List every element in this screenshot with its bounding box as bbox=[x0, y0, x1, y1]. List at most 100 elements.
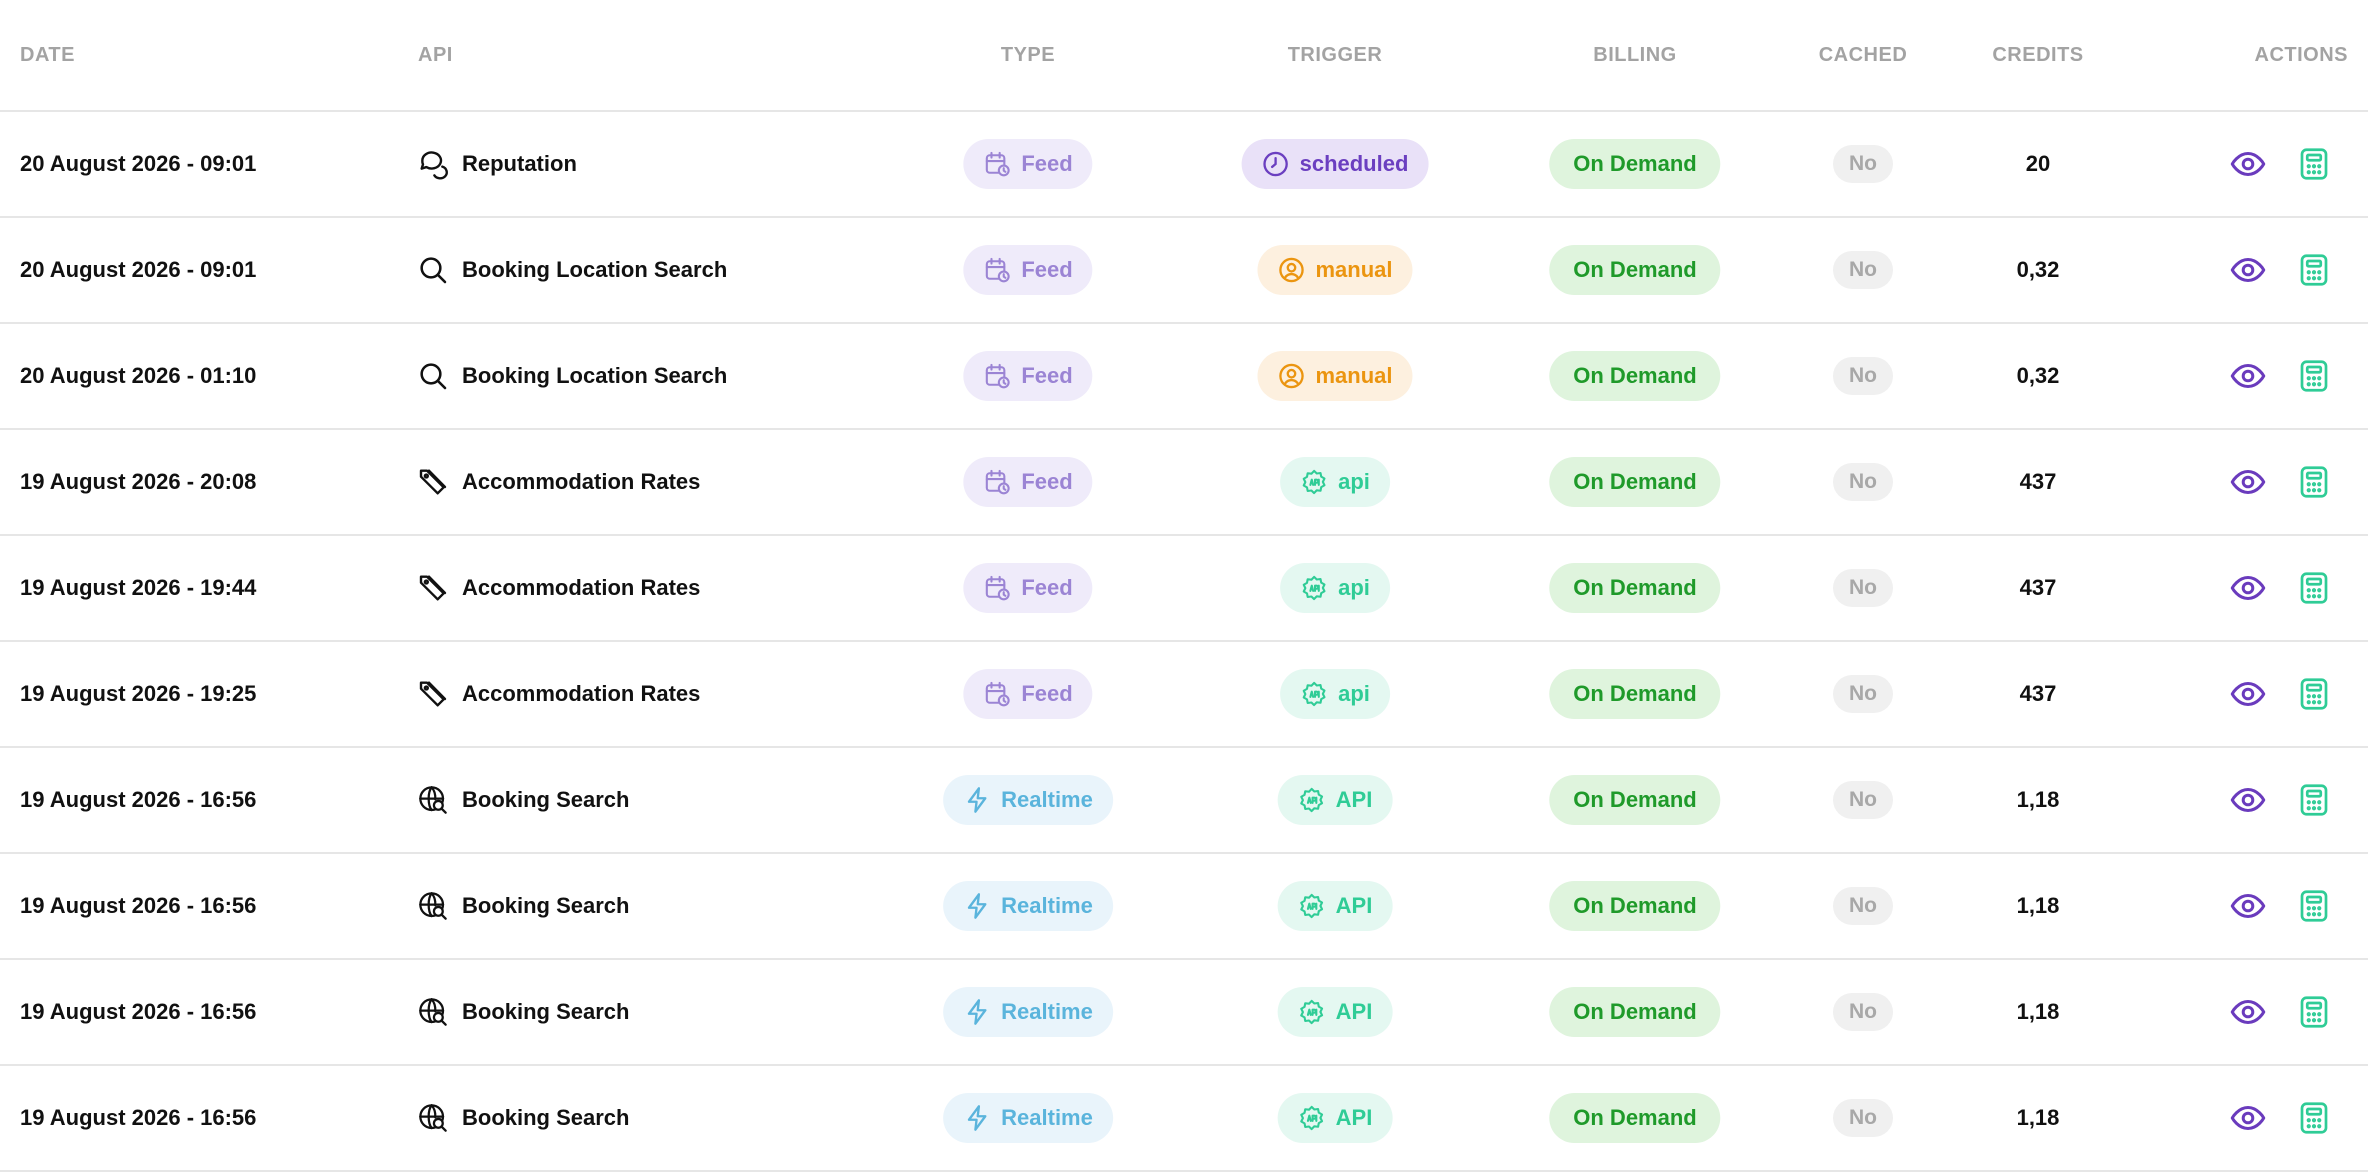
row-api-name: Booking Location Search bbox=[462, 363, 728, 388]
header-api[interactable]: API bbox=[418, 0, 453, 110]
table-row[interactable]: 20 August 2026 - 09:01 Booking Location … bbox=[0, 218, 2368, 324]
cached-label: No bbox=[1849, 152, 1877, 175]
view-icon[interactable] bbox=[2228, 462, 2268, 502]
table-row[interactable]: 19 August 2026 - 16:56 Booking Search Re… bbox=[0, 1066, 2368, 1172]
billing-badge: On Demand bbox=[1549, 139, 1721, 189]
table-row[interactable]: 19 August 2026 - 16:56 Booking Search Re… bbox=[0, 854, 2368, 960]
view-icon[interactable] bbox=[2228, 992, 2268, 1032]
row-actions bbox=[2228, 536, 2334, 640]
trigger-label: api bbox=[1338, 469, 1370, 494]
invoice-calculator-icon[interactable] bbox=[2294, 780, 2334, 820]
calendar-clock-icon bbox=[983, 468, 1021, 496]
globe-search-icon bbox=[416, 1101, 450, 1135]
type-label: Feed bbox=[1021, 575, 1073, 600]
header-trigger[interactable]: TRIGGER bbox=[1288, 0, 1383, 110]
trigger-label: API bbox=[1335, 999, 1373, 1024]
row-type: Feed bbox=[963, 536, 1093, 640]
cached-badge: No bbox=[1833, 1099, 1893, 1137]
table-row[interactable]: 19 August 2026 - 19:44 Accommodation Rat… bbox=[0, 536, 2368, 642]
row-date: 20 August 2026 - 09:01 bbox=[20, 151, 257, 176]
trigger-label: API bbox=[1335, 787, 1373, 812]
trigger-label: scheduled bbox=[1299, 151, 1409, 176]
row-trigger: API bbox=[1277, 960, 1393, 1064]
view-icon[interactable] bbox=[2228, 886, 2268, 926]
row-type: Feed bbox=[963, 112, 1093, 216]
type-label: Realtime bbox=[1001, 893, 1093, 918]
row-credits: 1,18 bbox=[2016, 1105, 2060, 1130]
trigger-badge: api bbox=[1280, 457, 1390, 507]
row-api-name: Accommodation Rates bbox=[462, 681, 701, 706]
billing-badge: On Demand bbox=[1549, 881, 1721, 931]
table-row[interactable]: 20 August 2026 - 09:01 Reputation Feed s… bbox=[0, 112, 2368, 218]
table-row[interactable]: 19 August 2026 - 16:56 Booking Search Re… bbox=[0, 748, 2368, 854]
row-trigger: scheduled bbox=[1241, 112, 1429, 216]
row-billing: On Demand bbox=[1549, 1066, 1721, 1170]
row-type: Feed bbox=[963, 324, 1093, 428]
table-row[interactable]: 19 August 2026 - 19:25 Accommodation Rat… bbox=[0, 642, 2368, 748]
row-api: Booking Location Search bbox=[416, 218, 727, 322]
invoice-calculator-icon[interactable] bbox=[2294, 250, 2334, 290]
row-cached: No bbox=[1833, 112, 1893, 216]
billing-label: On Demand bbox=[1573, 151, 1697, 176]
view-icon[interactable] bbox=[2228, 568, 2268, 608]
user-circle-icon bbox=[1277, 256, 1315, 284]
row-credits: 437 bbox=[2019, 469, 2057, 494]
billing-label: On Demand bbox=[1573, 999, 1697, 1024]
invoice-calculator-icon[interactable] bbox=[2294, 144, 2334, 184]
invoice-calculator-icon[interactable] bbox=[2294, 992, 2334, 1032]
cached-label: No bbox=[1849, 576, 1877, 599]
invoice-calculator-icon[interactable] bbox=[2294, 356, 2334, 396]
api-usage-table: DATE API TYPE TRIGGER BILLING CACHED CRE… bbox=[0, 0, 2368, 1172]
header-type[interactable]: TYPE bbox=[1001, 0, 1055, 110]
cached-label: No bbox=[1849, 470, 1877, 493]
invoice-calculator-icon[interactable] bbox=[2294, 674, 2334, 714]
cached-badge: No bbox=[1833, 887, 1893, 925]
cached-label: No bbox=[1849, 682, 1877, 705]
table-row[interactable]: 20 August 2026 - 01:10 Booking Location … bbox=[0, 324, 2368, 430]
header-credits[interactable]: CREDITS bbox=[1992, 0, 2083, 110]
calendar-clock-icon bbox=[983, 256, 1021, 284]
billing-badge: On Demand bbox=[1549, 563, 1721, 613]
row-billing: On Demand bbox=[1549, 324, 1721, 428]
invoice-calculator-icon[interactable] bbox=[2294, 886, 2334, 926]
trigger-label: manual bbox=[1315, 257, 1393, 282]
view-icon[interactable] bbox=[2228, 144, 2268, 184]
api-badge-icon bbox=[1298, 1104, 1336, 1132]
header-cached[interactable]: CACHED bbox=[1819, 0, 1908, 110]
row-credits: 1,18 bbox=[2016, 893, 2060, 918]
view-icon[interactable] bbox=[2228, 250, 2268, 290]
row-api-name: Booking Location Search bbox=[462, 257, 728, 282]
trigger-label: API bbox=[1335, 1105, 1373, 1130]
row-api-name: Booking Search bbox=[462, 787, 630, 812]
table-row[interactable]: 19 August 2026 - 20:08 Accommodation Rat… bbox=[0, 430, 2368, 536]
header-billing[interactable]: BILLING bbox=[1593, 0, 1677, 110]
header-actions: ACTIONS bbox=[2254, 44, 2348, 66]
row-actions bbox=[2228, 324, 2334, 428]
type-label: Realtime bbox=[1001, 787, 1093, 812]
type-badge: Feed bbox=[963, 563, 1093, 613]
row-billing: On Demand bbox=[1549, 748, 1721, 852]
row-billing: On Demand bbox=[1549, 218, 1721, 322]
view-icon[interactable] bbox=[2228, 1098, 2268, 1138]
row-type: Realtime bbox=[943, 854, 1113, 958]
invoice-calculator-icon[interactable] bbox=[2294, 1098, 2334, 1138]
calendar-clock-icon bbox=[983, 150, 1021, 178]
header-date[interactable]: DATE bbox=[20, 0, 75, 110]
billing-badge: On Demand bbox=[1549, 351, 1721, 401]
cached-badge: No bbox=[1833, 251, 1893, 289]
view-icon[interactable] bbox=[2228, 674, 2268, 714]
row-date: 19 August 2026 - 16:56 bbox=[20, 999, 257, 1024]
row-cached: No bbox=[1833, 748, 1893, 852]
row-date: 19 August 2026 - 16:56 bbox=[20, 787, 257, 812]
row-cached: No bbox=[1833, 218, 1893, 322]
type-badge: Feed bbox=[963, 457, 1093, 507]
view-icon[interactable] bbox=[2228, 780, 2268, 820]
trigger-badge: api bbox=[1280, 563, 1390, 613]
row-date: 20 August 2026 - 09:01 bbox=[20, 257, 257, 282]
invoice-calculator-icon[interactable] bbox=[2294, 462, 2334, 502]
table-row[interactable]: 19 August 2026 - 16:56 Booking Search Re… bbox=[0, 960, 2368, 1066]
row-credits: 437 bbox=[2019, 681, 2057, 706]
view-icon[interactable] bbox=[2228, 356, 2268, 396]
invoice-calculator-icon[interactable] bbox=[2294, 568, 2334, 608]
type-badge: Realtime bbox=[943, 775, 1113, 825]
